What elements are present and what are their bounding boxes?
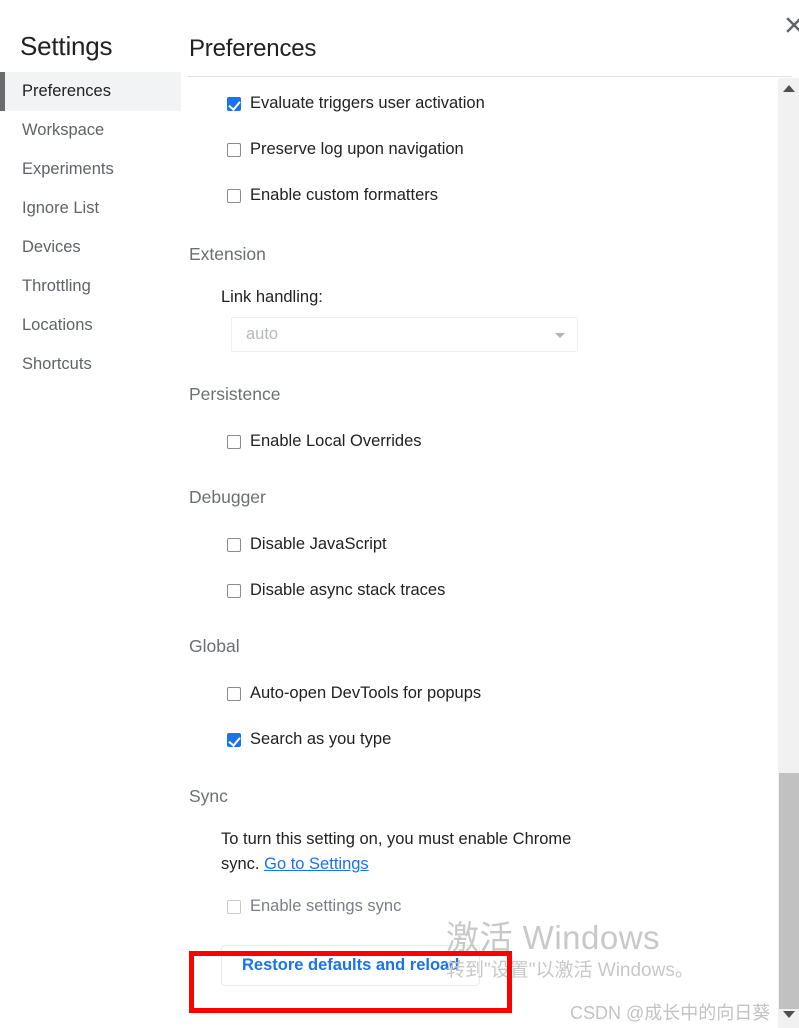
checkbox-row-evaluate-triggers-user-activation[interactable]: Evaluate triggers user activation xyxy=(181,91,775,116)
restore-defaults-container: Restore defaults and reload xyxy=(181,945,775,986)
checkbox-row-enable-custom-formatters[interactable]: Enable custom formatters xyxy=(181,183,775,208)
chevron-down-icon xyxy=(555,332,565,338)
persistence-section: Persistence Enable Local Overrides xyxy=(181,384,775,454)
checkbox-auto-open-devtools-for-popups[interactable] xyxy=(227,686,241,701)
sidebar-title: Settings xyxy=(20,31,113,61)
triangle-down-icon xyxy=(783,1011,795,1018)
preferences-panel: Preferences Evaluate triggers user activ… xyxy=(181,0,799,1028)
scrollbar-down-arrow[interactable] xyxy=(778,1006,799,1024)
close-icon[interactable] xyxy=(783,14,799,36)
section-header-global: Global xyxy=(189,636,240,656)
vertical-scrollbar[interactable] xyxy=(777,78,799,1028)
link-handling-select[interactable]: auto xyxy=(231,317,578,352)
section-header-debugger: Debugger xyxy=(189,487,266,507)
scrollbar-thumb[interactable] xyxy=(779,773,799,1009)
checkbox-evaluate-triggers-user-activation[interactable] xyxy=(227,96,241,111)
checkbox-enable-local-overrides[interactable] xyxy=(227,434,241,449)
sidebar-item-label: Shortcuts xyxy=(22,355,92,373)
checkbox-row-auto-open-devtools-for-popups[interactable]: Auto-open DevTools for popups xyxy=(181,681,775,706)
sidebar-item-locations[interactable]: Locations xyxy=(0,306,181,345)
section-header-extension: Extension xyxy=(189,244,266,264)
extension-section: Extension Link handling: auto xyxy=(181,244,775,352)
preferences-scroll-content: Evaluate triggers user activation Preser… xyxy=(181,77,775,1028)
sync-note: To turn this setting on, you must enable… xyxy=(181,827,601,877)
sidebar-item-workspace[interactable]: Workspace xyxy=(0,111,181,150)
checkbox-row-enable-settings-sync[interactable]: Enable settings sync xyxy=(181,894,775,919)
page-title: Preferences xyxy=(189,35,317,62)
scrollbar-up-arrow[interactable] xyxy=(778,80,799,98)
checkbox-label: Enable custom formatters xyxy=(250,186,438,204)
link-handling-label: Link handling: xyxy=(221,288,323,306)
debugger-section: Debugger Disable JavaScript Disable asyn… xyxy=(181,487,775,603)
sidebar-nav-list: Preferences Workspace Experiments Ignore… xyxy=(0,72,181,384)
checkbox-row-disable-javascript[interactable]: Disable JavaScript xyxy=(181,532,775,557)
devtools-settings-dialog: Settings Preferences Workspace Experimen… xyxy=(0,0,799,1028)
checkbox-label: Disable async stack traces xyxy=(250,581,446,599)
sidebar-item-devices[interactable]: Devices xyxy=(0,228,181,267)
checkbox-enable-settings-sync[interactable] xyxy=(227,899,241,914)
checkbox-enable-custom-formatters[interactable] xyxy=(227,188,241,203)
sidebar-item-ignore-list[interactable]: Ignore List xyxy=(0,189,181,228)
checkbox-label: Auto-open DevTools for popups xyxy=(250,684,482,702)
section-header-sync: Sync xyxy=(189,786,228,806)
sidebar-item-label: Devices xyxy=(22,238,81,256)
checkbox-label: Enable settings sync xyxy=(250,897,402,915)
section-header-persistence: Persistence xyxy=(189,384,281,404)
checkbox-row-disable-async-stack-traces[interactable]: Disable async stack traces xyxy=(181,578,775,603)
link-handling-value: auto xyxy=(246,325,279,343)
console-section: Evaluate triggers user activation Preser… xyxy=(181,77,775,208)
sidebar-item-label: Throttling xyxy=(22,277,91,295)
checkbox-disable-async-stack-traces[interactable] xyxy=(227,583,241,598)
global-section: Global Auto-open DevTools for popups Sea… xyxy=(181,636,775,752)
sync-section: Sync To turn this setting on, you must e… xyxy=(181,786,775,919)
checkbox-label: Search as you type xyxy=(250,730,392,748)
checkbox-row-search-as-you-type[interactable]: Search as you type xyxy=(181,727,775,752)
sidebar-item-throttling[interactable]: Throttling xyxy=(0,267,181,306)
go-to-settings-link[interactable]: Go to Settings xyxy=(264,855,369,873)
sidebar-item-label: Locations xyxy=(22,316,93,334)
sidebar-item-shortcuts[interactable]: Shortcuts xyxy=(0,345,181,384)
checkbox-label: Evaluate triggers user activation xyxy=(250,94,485,112)
sidebar-item-label: Workspace xyxy=(22,121,105,139)
checkbox-disable-javascript[interactable] xyxy=(227,537,241,552)
sidebar-item-label: Experiments xyxy=(22,160,114,178)
checkbox-label: Enable Local Overrides xyxy=(250,432,422,450)
checkbox-label: Disable JavaScript xyxy=(250,535,387,553)
settings-sidebar: Settings Preferences Workspace Experimen… xyxy=(0,0,181,1028)
checkbox-preserve-log-upon-navigation[interactable] xyxy=(227,142,241,157)
checkbox-row-preserve-log-upon-navigation[interactable]: Preserve log upon navigation xyxy=(181,137,775,162)
sidebar-item-label: Preferences xyxy=(22,82,111,100)
triangle-up-icon xyxy=(783,85,795,92)
restore-defaults-and-reload-button[interactable]: Restore defaults and reload xyxy=(221,945,481,986)
sidebar-item-experiments[interactable]: Experiments xyxy=(0,150,181,189)
checkbox-label: Preserve log upon navigation xyxy=(250,140,464,158)
checkbox-row-enable-local-overrides[interactable]: Enable Local Overrides xyxy=(181,429,775,454)
sidebar-item-preferences[interactable]: Preferences xyxy=(0,72,181,111)
sidebar-item-label: Ignore List xyxy=(22,199,100,217)
checkbox-search-as-you-type[interactable] xyxy=(227,732,241,747)
